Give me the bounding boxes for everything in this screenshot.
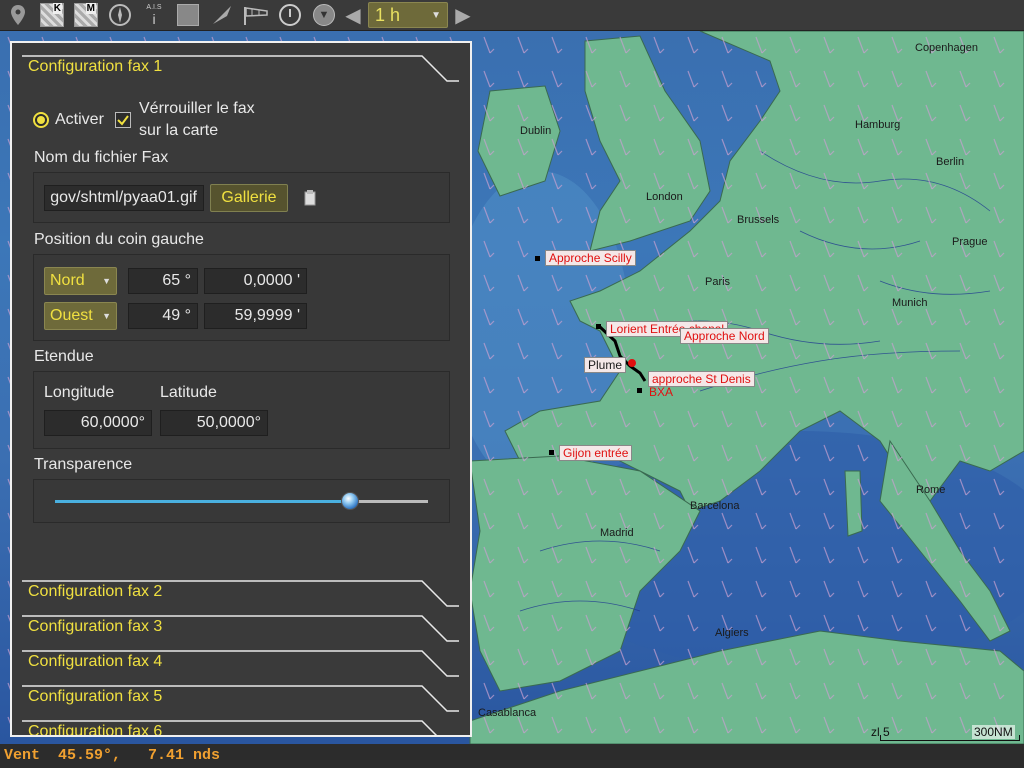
download-icon[interactable]: ▼ xyxy=(310,1,338,29)
transparency-slider-thumb[interactable] xyxy=(341,492,359,510)
lock-label-line-2: sur la carte xyxy=(139,122,219,139)
section-header-fax-2[interactable]: Configuration fax 2 xyxy=(12,573,470,608)
longitude-minutes-input[interactable]: 59,9999 ' xyxy=(204,303,307,329)
lock-label-line-1: Vérrouiller le fax xyxy=(139,100,255,117)
m-layer-icon: M xyxy=(74,3,98,27)
extent-longitude-input[interactable]: 60,0000° xyxy=(44,410,152,436)
pin-icon[interactable] xyxy=(4,1,32,29)
latitude-hemisphere-value: Nord xyxy=(50,272,85,289)
time-step-select[interactable]: 1 h ▼ xyxy=(368,2,448,28)
transparency-group xyxy=(33,479,450,523)
activate-radio[interactable] xyxy=(33,112,49,128)
city-label-barcelona: Barcelona xyxy=(690,500,740,512)
ais-icon[interactable]: A.I.S i xyxy=(140,1,168,29)
extent-latitude-label: Latitude xyxy=(160,384,217,401)
filename-group: gov/shtml/pyaa01.gif Gallerie xyxy=(33,172,450,223)
section-header-fax-1[interactable]: Configuration fax 1 xyxy=(12,48,470,83)
longitude-hemisphere-select[interactable]: Ouest ▼ xyxy=(44,302,117,330)
corner-position-group: Nord ▼ 65 ° 0,0000 ' Ouest ▼ 49 ° 59,9999 … xyxy=(33,254,450,341)
route-icon[interactable] xyxy=(208,1,236,29)
section-title-fax-6: Configuration fax 6 xyxy=(28,723,163,737)
section-header-fax-3[interactable]: Configuration fax 3 xyxy=(12,608,470,643)
city-label-paris: Paris xyxy=(705,276,731,288)
filename-input[interactable]: gov/shtml/pyaa01.gif xyxy=(44,185,204,211)
section-title-fax-4: Configuration fax 4 xyxy=(28,653,163,670)
gallery-button[interactable]: Gallerie xyxy=(210,184,288,212)
city-label-dublin: Dublin xyxy=(520,125,551,137)
windsock-icon[interactable] xyxy=(242,1,270,29)
city-label-hamburg: Hamburg xyxy=(855,119,900,131)
section-header-fax-4[interactable]: Configuration fax 4 xyxy=(12,643,470,678)
longitude-hemisphere-value: Ouest xyxy=(50,307,93,324)
waypoint-label-plume[interactable]: Plume xyxy=(584,357,627,373)
ais-glyph: i xyxy=(152,11,156,27)
city-label-algiers: Algiers xyxy=(715,627,749,639)
chevron-down-icon: ▼ xyxy=(102,276,111,286)
city-label-prague: Prague xyxy=(952,236,987,248)
waypoint-marker-bxa[interactable] xyxy=(637,388,642,393)
extent-latitude-input[interactable]: 50,0000° xyxy=(160,410,268,436)
waypoint-marker-lorient[interactable] xyxy=(596,324,601,329)
next-icon[interactable]: ▶ xyxy=(454,1,472,29)
filename-label: Nom du fichier Fax xyxy=(34,149,169,166)
city-label-munich: Munich xyxy=(892,297,927,309)
prev-icon[interactable]: ◀ xyxy=(344,1,362,29)
toolbar: K M A.I.S i ▼ ◀ 1 h ▼ ▶ xyxy=(0,0,1024,31)
extent-label: Etendue xyxy=(34,348,94,365)
time-step-value: 1 h xyxy=(375,4,401,25)
k-layer-label: K xyxy=(52,3,62,14)
filename-value: gov/shtml/pyaa01.gif xyxy=(50,189,197,206)
clipboard-icon[interactable] xyxy=(303,190,317,206)
city-label-brussels: Brussels xyxy=(737,214,780,226)
app-root: K M A.I.S i ▼ ◀ 1 h ▼ ▶ Dublin London Ha… xyxy=(0,0,1024,768)
square-icon[interactable] xyxy=(174,1,202,29)
chevron-down-icon: ▼ xyxy=(102,311,111,321)
section-header-fax-6[interactable]: Configuration fax 6 xyxy=(12,713,470,737)
transparency-slider-fill xyxy=(55,500,350,503)
section-header-fax-5[interactable]: Configuration fax 5 xyxy=(12,678,470,713)
city-label-london: London xyxy=(646,191,683,203)
city-label-copenhagen: Copenhagen xyxy=(915,42,978,54)
chevron-down-icon: ▼ xyxy=(431,9,441,21)
extent-longitude-label: Longitude xyxy=(44,384,115,401)
extent-group: Longitude Latitude 60,0000° 50,0000° xyxy=(33,371,450,449)
waypoint-label-scilly[interactable]: Approche Scilly xyxy=(545,250,636,266)
k-layer-button[interactable]: K xyxy=(38,1,66,29)
waypoint-marker-gijon[interactable] xyxy=(549,450,554,455)
latitude-degrees-input[interactable]: 65 ° xyxy=(128,268,198,294)
corner-position-label: Position du coin gauche xyxy=(34,231,204,248)
lock-checkbox[interactable] xyxy=(115,112,131,128)
k-layer-icon: K xyxy=(40,3,64,27)
section-title-fax-2: Configuration fax 2 xyxy=(28,583,163,600)
section-title-fax-5: Configuration fax 5 xyxy=(28,688,163,705)
m-layer-button[interactable]: M xyxy=(72,1,100,29)
activate-label: Activer xyxy=(55,111,104,128)
section-title-fax-1: Configuration fax 1 xyxy=(28,58,163,75)
transparency-slider[interactable] xyxy=(55,492,428,510)
status-bar: Vent 45.59°, 7.41 nds xyxy=(0,744,1024,768)
latitude-hemisphere-select[interactable]: Nord ▼ xyxy=(44,267,117,295)
wind-readout: Vent 45.59°, 7.41 nds xyxy=(4,747,221,764)
city-label-rome: Rome xyxy=(916,484,945,496)
waypoint-marker-scilly[interactable] xyxy=(535,256,540,261)
city-label-madrid: Madrid xyxy=(600,527,634,539)
radio-dot-icon xyxy=(37,116,45,124)
clock-icon[interactable] xyxy=(276,1,304,29)
latitude-minutes-input[interactable]: 0,0000 ' xyxy=(204,268,307,294)
section-title-fax-3: Configuration fax 3 xyxy=(28,618,163,635)
waypoint-label-approche-nord[interactable]: Approche Nord xyxy=(680,328,769,344)
city-label-casablanca: Casablanca xyxy=(478,707,537,719)
m-layer-label: M xyxy=(85,3,96,14)
fax-config-panel: Configuration fax 1 Activer Vérrouiller … xyxy=(10,41,472,737)
scale-label: 300NM xyxy=(972,725,1015,739)
compass-icon[interactable] xyxy=(106,1,134,29)
longitude-degrees-input[interactable]: 49 ° xyxy=(128,303,198,329)
city-label-berlin: Berlin xyxy=(936,156,964,168)
waypoint-label-bxa[interactable]: BXA xyxy=(646,385,676,399)
transparency-label: Transparence xyxy=(34,456,133,473)
waypoint-label-gijon[interactable]: Gijon entrée xyxy=(559,445,633,461)
checkmark-icon xyxy=(117,115,129,126)
